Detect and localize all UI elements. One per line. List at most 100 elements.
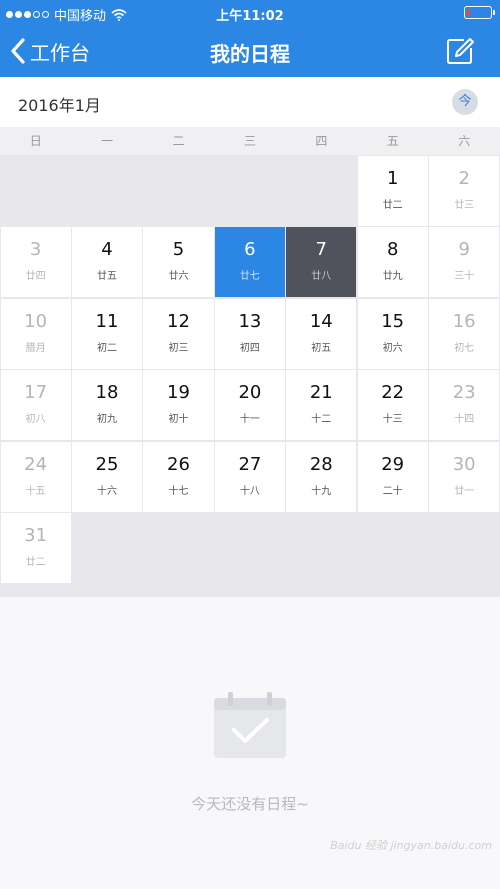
day-cell[interactable]: 11 初二: [71, 298, 143, 369]
day-number: 26: [167, 453, 190, 475]
day-cell[interactable]: 6 廿七: [214, 227, 285, 297]
day-number: 7: [315, 239, 327, 260]
weekday-label: 日: [29, 134, 42, 148]
day-cell[interactable]: 12 初三: [143, 298, 214, 369]
lunar-date: 十七: [168, 485, 189, 497]
today-button[interactable]: 今: [452, 89, 478, 115]
day-number: 31: [24, 525, 48, 546]
back-button[interactable]: 工作台: [10, 36, 90, 66]
day-cell[interactable]: 1 廿二: [357, 155, 428, 226]
day-number: 5: [172, 239, 185, 260]
day-cell[interactable]: 17 初八: [0, 370, 71, 440]
lunar-date: 廿六: [168, 271, 189, 282]
compose-button[interactable]: [446, 37, 474, 65]
day-cell[interactable]: 23 十四: [429, 370, 500, 440]
weekday-label: 五: [386, 134, 399, 148]
day-cell[interactable]: 19 初十: [143, 370, 214, 440]
lunar-date: 十二: [311, 414, 332, 425]
day-cell[interactable]: 4 廿五: [71, 227, 143, 297]
day-number: 11: [95, 310, 119, 332]
status-left: 中国移动: [6, 5, 127, 24]
day-cell[interactable]: 25 十六: [71, 441, 143, 512]
day-cell[interactable]: 27 十八: [214, 441, 285, 512]
day-number: 25: [95, 453, 119, 475]
day-cell[interactable]: 26 十七: [143, 441, 214, 512]
lunar-date: 廿八: [311, 271, 332, 282]
edit-icon: [447, 38, 474, 64]
day-number: 20: [238, 382, 262, 403]
carrier-label: 中国移动: [54, 9, 107, 24]
weekday-label: 三: [243, 134, 256, 148]
day-cell[interactable]: 8 廿九: [357, 227, 428, 297]
lunar-date: 十六: [96, 485, 117, 497]
day-cell[interactable]: 13 初四: [214, 298, 285, 369]
lunar-date: 廿七: [239, 271, 260, 282]
weekday-label: 四: [315, 134, 328, 148]
battery-level: [467, 9, 470, 16]
day-cell[interactable]: 9 三十: [429, 227, 500, 297]
day-number: 4: [101, 239, 113, 260]
calendar-grid: 1 廿二 2 廿三 3 廿四 4 廿五 5 廿六 6 廿七 7 廿八 8 廿九 9 三十 10 腊月 11 初二 12 初三 1…: [0, 155, 500, 597]
watermark: Baidu 经验 jingyan.baidu.com: [330, 839, 492, 852]
day-cell[interactable]: 5 廿六: [143, 227, 214, 297]
day-cell[interactable]: 16 初七: [429, 298, 500, 369]
day-cell[interactable]: 31 廿二: [0, 513, 71, 583]
day-number: 17: [24, 382, 48, 403]
day-cell[interactable]: 15 初六: [357, 298, 428, 369]
day-number: 16: [452, 310, 476, 332]
status-bar: 中国移动 上午11:02: [0, 0, 500, 26]
day-number: 13: [238, 310, 262, 332]
wifi-icon: [111, 8, 127, 21]
weekday-label: 一: [101, 134, 114, 148]
day-cell[interactable]: 24 十五: [0, 441, 71, 512]
day-number: 22: [381, 382, 405, 403]
day-number: 3: [29, 239, 42, 260]
month-bar: 2016年1月 今: [0, 77, 500, 127]
day-cell[interactable]: 2 廿三: [429, 155, 500, 226]
lunar-date: 初七: [454, 342, 475, 354]
day-cell[interactable]: 7 廿八: [286, 227, 357, 297]
weekday-label: 二: [172, 134, 185, 148]
lunar-date: 初五: [311, 342, 332, 354]
lunar-date: 廿二: [25, 557, 46, 568]
lunar-date: 初八: [25, 414, 46, 425]
lunar-date: 十四: [454, 414, 475, 425]
day-number: 21: [309, 382, 333, 403]
day-cell[interactable]: 14 初五: [286, 298, 357, 369]
day-number: 10: [24, 310, 48, 332]
day-number: 27: [238, 453, 262, 475]
lunar-date: 初四: [239, 342, 260, 354]
day-cell[interactable]: 10 腊月: [0, 298, 71, 369]
empty-state: 今天还没有日程~ Baidu 经验 jingyan.baidu.com: [0, 597, 500, 889]
lunar-date: 二十: [382, 485, 403, 497]
lunar-date: 廿五: [96, 271, 117, 282]
day-cell[interactable]: 28 十九: [286, 441, 357, 512]
month-label: 2016年1月: [18, 96, 101, 115]
day-cell[interactable]: 21 十二: [286, 370, 357, 440]
lunar-date: 廿九: [382, 271, 403, 282]
lunar-date: 十一: [239, 414, 260, 425]
lunar-date: 初六: [382, 342, 403, 354]
nav-bar: 工作台 我的日程: [0, 26, 500, 77]
battery-icon: [464, 6, 495, 19]
day-number: 15: [381, 310, 405, 332]
day-cell[interactable]: 29 二十: [357, 441, 428, 512]
day-cell[interactable]: 18 初九: [71, 370, 143, 440]
lunar-date: 廿四: [25, 271, 46, 282]
day-number: 6: [244, 239, 256, 260]
lunar-date: 初二: [96, 342, 117, 354]
day-number: 12: [167, 310, 190, 332]
day-cell[interactable]: 20 十一: [214, 370, 285, 440]
signal-icon: [6, 11, 49, 18]
day-cell[interactable]: 30 廿一: [429, 441, 500, 512]
day-number: 2: [458, 167, 470, 189]
day-number: 23: [452, 382, 476, 403]
lunar-date: 十五: [25, 485, 46, 497]
day-cell[interactable]: 3 廿四: [0, 227, 71, 297]
lunar-date: 十三: [382, 414, 403, 425]
back-label: 工作台: [30, 40, 90, 65]
lunar-date: 初九: [96, 414, 117, 425]
day-cell[interactable]: 22 十三: [357, 370, 428, 440]
app-header: 中国移动 上午11:02 工作台 我的日程: [0, 0, 500, 77]
day-number: 1: [386, 167, 399, 189]
